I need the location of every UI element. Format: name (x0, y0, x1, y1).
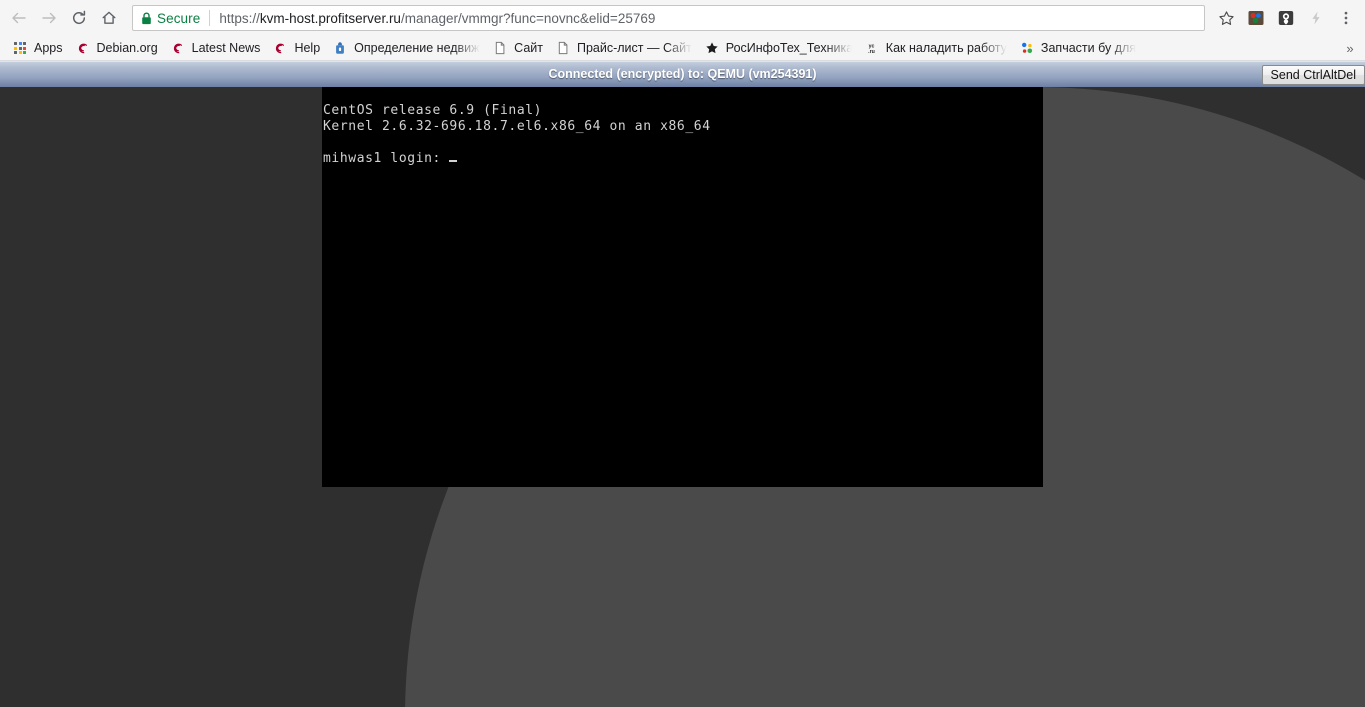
svg-text:.ru: .ru (868, 49, 875, 55)
url-host: kvm-host.profitserver.ru (259, 10, 401, 26)
bookmark-label: Сайт (514, 41, 543, 55)
vnc-status-bar: Connected (encrypted) to: QEMU (vm254391… (0, 61, 1365, 87)
vnc-screen-canvas[interactable]: CentOS release 6.9 (Final) Kernel 2.6.32… (322, 87, 1043, 487)
address-bar[interactable]: Secure https://kvm-host.profitserver.ru/… (132, 5, 1205, 31)
blue-lock-favicon (332, 40, 348, 56)
bookmark-label: Определение недвижимости (354, 41, 480, 55)
url-path: /manager/vmmgr?func=novnc&elid=25769 (400, 10, 656, 26)
page-document-icon (555, 40, 571, 56)
flash-icon[interactable] (1302, 4, 1330, 32)
bookmark-item-kak-naladit[interactable]: yc .ru Как наладить работу (858, 38, 1013, 59)
home-button[interactable] (95, 4, 123, 32)
bookmark-item-zapchasti[interactable]: Запчасти бу для (1013, 38, 1142, 59)
console-cursor (449, 160, 458, 162)
console-login-prompt: mihwas1 login: (323, 151, 450, 166)
bookmark-item-sait[interactable]: Сайт (486, 38, 549, 59)
bookmark-item-price-list[interactable]: Прайс-лист — Сайт (549, 38, 698, 59)
apps-grid-icon (12, 40, 28, 56)
forward-button[interactable] (35, 4, 63, 32)
bookmark-item-debian-org[interactable]: Debian.org (69, 38, 164, 59)
colored-dots-favicon (1019, 40, 1035, 56)
debian-swirl-icon (272, 40, 288, 56)
security-status-label: Secure (157, 10, 201, 26)
extension-pin-icon[interactable] (1272, 4, 1300, 32)
url-scheme: https:// (219, 10, 260, 26)
vnc-connection-status: Connected (encrypted) to: QEMU (vm254391… (548, 67, 817, 81)
omnibox-divider (209, 10, 211, 26)
bookmarks-overflow-button[interactable]: » (1339, 38, 1361, 59)
bookmark-label: Apps (34, 41, 63, 55)
bookmark-label: Как наладить работу (885, 41, 1007, 55)
bookmark-label: Latest News (191, 41, 261, 55)
bookmark-item-rosinfotech[interactable]: РосИнфоТех_Техника (698, 38, 858, 59)
bookmark-star-icon[interactable] (1212, 4, 1240, 32)
bookmark-label: Help (294, 41, 321, 55)
lock-icon (141, 12, 152, 25)
extension-colorful-icon[interactable] (1242, 4, 1270, 32)
reload-button[interactable] (65, 4, 93, 32)
browser-toolbar: Secure https://kvm-host.profitserver.ru/… (0, 0, 1365, 36)
debian-swirl-icon (75, 40, 91, 56)
black-star-icon (704, 40, 720, 56)
bookmark-item-help[interactable]: Help (266, 38, 326, 59)
url-text[interactable]: https://kvm-host.profitserver.ru/manager… (219, 11, 1196, 26)
ycru-text-favicon: yc .ru (864, 40, 880, 56)
bookmark-label: РосИнфоТех_Техника (725, 41, 852, 55)
console-line-1: CentOS release 6.9 (Final) (323, 103, 543, 118)
chrome-menu-icon[interactable] (1332, 4, 1360, 32)
console-line-2: Kernel 2.6.32-696.18.7.el6.x86_64 on an … (323, 119, 711, 134)
vnc-console-output: CentOS release 6.9 (Final) Kernel 2.6.32… (322, 87, 1043, 167)
bookmark-item-opredelenie[interactable]: Определение недвижимости (326, 38, 486, 59)
bookmark-apps[interactable]: Apps (6, 38, 69, 59)
novnc-page: Connected (encrypted) to: QEMU (vm254391… (0, 61, 1365, 707)
debian-swirl-icon (170, 40, 186, 56)
browser-chrome: Secure https://kvm-host.profitserver.ru/… (0, 0, 1365, 61)
bookmark-item-latest-news[interactable]: Latest News (164, 38, 267, 59)
send-ctrl-alt-del-button[interactable]: Send CtrlAltDel (1261, 65, 1365, 85)
bookmark-label: Debian.org (96, 41, 158, 55)
bookmark-label: Прайс-лист — Сайт (576, 41, 692, 55)
bookmark-label: Запчасти бу для (1040, 41, 1137, 55)
page-document-icon (492, 40, 508, 56)
back-button[interactable] (5, 4, 33, 32)
bookmarks-bar: Apps Debian.org Latest News Help Определ… (0, 36, 1365, 61)
